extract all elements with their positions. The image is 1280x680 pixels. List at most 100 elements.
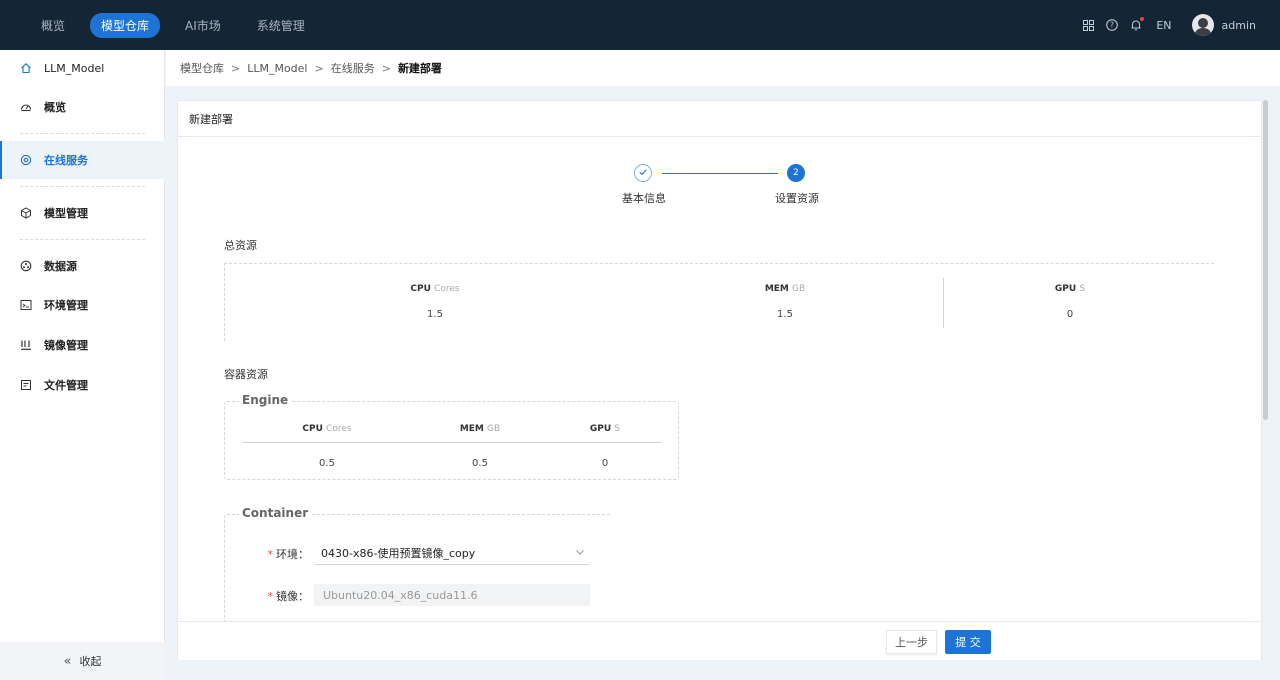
- resource-divider: [943, 278, 944, 328]
- engine-mem-unit: GB: [487, 424, 501, 434]
- engine-mem-value: 0.5: [472, 458, 488, 469]
- chevron-down-icon: [575, 547, 585, 557]
- engine-cpu-unit: Cores: [326, 424, 352, 434]
- env-select[interactable]: 0430-x86-使用预置镜像_copy: [314, 541, 590, 565]
- breadcrumb-separator: >: [314, 61, 324, 75]
- breadcrumb-item[interactable]: 模型仓库: [180, 60, 224, 76]
- engine-cpu-value: 0.5: [319, 458, 335, 469]
- home-icon: [20, 62, 32, 74]
- sidebar-item-label: 在线服务: [44, 154, 88, 167]
- engine-table-header: CPU Cores MEM GB GPU S: [243, 424, 661, 443]
- submit-button[interactable]: 提 交: [945, 630, 991, 654]
- sidebar-item-model-management[interactable]: 模型管理: [0, 194, 165, 232]
- step-1-indicator: [634, 164, 652, 182]
- language-switch[interactable]: EN: [1156, 19, 1171, 32]
- file-icon: [20, 379, 32, 391]
- image-icon: [20, 339, 32, 351]
- total-gpu-key: GPU: [1054, 284, 1077, 294]
- breadcrumb-item[interactable]: LLM_Model: [247, 62, 307, 75]
- breadcrumb-current: 新建部署: [397, 62, 442, 75]
- avatar[interactable]: [1191, 14, 1214, 36]
- page-title: 新建部署: [178, 101, 1261, 137]
- breadcrumb-item[interactable]: 在线服务: [331, 60, 375, 76]
- required-mark: *: [267, 548, 274, 561]
- sidebar-item-label: 环境管理: [44, 299, 88, 312]
- env-label-text: 环境：: [276, 548, 309, 561]
- nav-overview[interactable]: 概览: [30, 13, 76, 38]
- total-mem-key: MEM: [764, 284, 789, 294]
- container-fieldset: Container: [224, 506, 612, 634]
- total-resources-box: CPU Cores 1.5 MEM GB 1.5 GPU S 0: [224, 263, 1214, 341]
- engine-fieldset: Engine CPU Cores MEM GB GPU S 0.5 0.5 0: [224, 393, 679, 480]
- engine-mem-key: MEM: [459, 424, 484, 434]
- sidebar-item-label: 镜像管理: [44, 339, 88, 352]
- sidebar-item-label: 概览: [44, 101, 66, 114]
- sidebar-item-environment[interactable]: 环境管理: [0, 286, 165, 324]
- sidebar-item-label: 数据源: [44, 260, 77, 273]
- total-mem-unit: GB: [792, 284, 806, 294]
- service-icon: [20, 154, 32, 166]
- apps-grid-icon[interactable]: [1082, 19, 1094, 31]
- main-nav: 概览 模型仓库 AI市场 系统管理: [30, 12, 330, 38]
- sidebar: LLM_Model 概览 在线服务 模型管理 数据源 环境管理 镜像管理 文件管…: [0, 50, 165, 680]
- total-cpu-key: CPU: [410, 284, 431, 294]
- cube-icon: [20, 207, 32, 219]
- notification-dot: [1140, 17, 1145, 21]
- step-2-label: 设置资源: [775, 192, 819, 205]
- sidebar-item-datasource[interactable]: 数据源: [0, 247, 165, 285]
- sidebar-collapse-label: 收起: [79, 655, 102, 668]
- container-legend: Container: [239, 506, 312, 520]
- total-cpu-unit: Cores: [434, 284, 460, 294]
- total-gpu-unit: S: [1079, 284, 1086, 294]
- total-resources-title: 总资源: [224, 239, 257, 252]
- engine-resource-table: CPU Cores MEM GB GPU S 0.5 0.5 0: [243, 424, 661, 469]
- step-connector: [662, 173, 778, 174]
- step-1-label: 基本信息: [622, 192, 666, 205]
- prev-step-button[interactable]: 上一步: [886, 630, 937, 654]
- deploy-card: 新建部署 2 基本信息 设置资源 总资源 CPU Cores 1.5 MEM G…: [177, 100, 1262, 660]
- page-scrollbar[interactable]: [1263, 100, 1268, 420]
- sidebar-item-overview[interactable]: 概览: [0, 88, 165, 126]
- sidebar-item-image[interactable]: 镜像管理: [0, 326, 165, 364]
- sidebar-item-online-service[interactable]: 在线服务: [0, 141, 165, 179]
- sidebar-divider: [20, 239, 145, 240]
- engine-gpu-value: 0: [601, 458, 609, 469]
- total-gpu-value: 0: [1066, 309, 1074, 320]
- sidebar-item-label: 模型管理: [44, 207, 88, 220]
- env-label: * 环境：: [249, 546, 310, 562]
- engine-gpu-key: GPU: [589, 424, 612, 434]
- engine-cpu-key: CPU: [302, 424, 323, 434]
- engine-legend: Engine: [239, 393, 292, 407]
- sidebar-divider: [20, 186, 145, 187]
- sidebar-item-file[interactable]: 文件管理: [0, 366, 165, 404]
- help-icon[interactable]: ?: [1106, 19, 1119, 31]
- step-2-indicator: 2: [787, 164, 805, 182]
- nav-model-repo[interactable]: 模型仓库: [90, 12, 161, 38]
- dashboard-icon: [20, 101, 32, 113]
- engine-gpu-unit: S: [614, 424, 621, 434]
- sidebar-brand[interactable]: LLM_Model: [0, 49, 165, 87]
- sidebar-brand-label: LLM_Model: [44, 61, 105, 75]
- svg-text:?: ?: [1110, 21, 1114, 30]
- check-icon: [638, 167, 648, 180]
- username[interactable]: admin: [1222, 19, 1256, 32]
- environment-icon: [20, 299, 32, 311]
- total-mem: MEM GB 1.5: [715, 284, 855, 320]
- sidebar-item-label: 文件管理: [44, 379, 88, 392]
- table-row: 0.5 0.5 0: [243, 443, 661, 469]
- chevron-double-left-icon: «: [63, 653, 72, 669]
- datasource-icon: [20, 260, 32, 272]
- image-label-text: 镜像：: [276, 590, 309, 603]
- image-label: * 镜像：: [249, 588, 310, 604]
- top-right-tools: ? EN admin: [1070, 0, 1256, 50]
- top-navbar: 概览 模型仓库 AI市场 系统管理 ? EN admin: [0, 0, 1280, 50]
- nav-ai-market[interactable]: AI市场: [174, 13, 232, 38]
- total-cpu-value: 1.5: [427, 309, 443, 320]
- breadcrumb-separator: >: [381, 61, 391, 75]
- sidebar-divider: [20, 133, 145, 134]
- total-gpu: GPU S 0: [1000, 284, 1140, 320]
- breadcrumb: 模型仓库 > LLM_Model > 在线服务 > 新建部署: [166, 50, 1280, 86]
- nav-system-admin[interactable]: 系统管理: [246, 13, 316, 38]
- sidebar-collapse-button[interactable]: « 收起: [0, 642, 165, 680]
- bell-icon[interactable]: [1130, 17, 1145, 31]
